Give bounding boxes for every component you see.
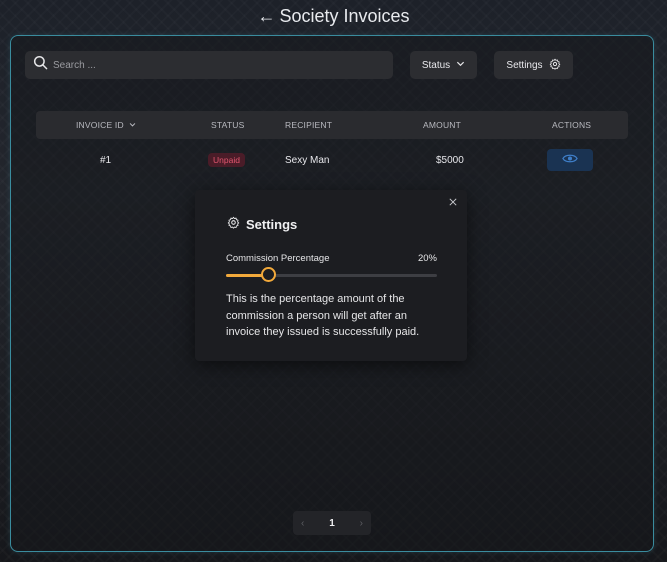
search-bar[interactable] — [25, 51, 393, 79]
column-header-status: STATUS — [211, 120, 245, 130]
table-row: #1 Unpaid Sexy Man $5000 — [36, 145, 628, 175]
commission-value: 20% — [417, 253, 437, 264]
page-number-button[interactable]: 1 — [329, 518, 335, 529]
column-label: INVOICE ID — [76, 120, 124, 130]
column-header-recipient: RECIPIENT — [285, 120, 333, 130]
page-title: Society Invoices — [279, 5, 410, 26]
chevron-left-icon[interactable]: ‹ — [301, 518, 304, 529]
chevron-right-icon[interactable]: › — [360, 518, 363, 529]
status-filter-button[interactable]: Status — [410, 51, 477, 79]
column-header-invoice-id[interactable]: INVOICE ID — [76, 111, 136, 139]
commission-slider[interactable] — [226, 267, 437, 282]
eye-icon — [562, 153, 578, 167]
chevron-down-icon — [450, 59, 465, 71]
pagination: ‹ 1 › — [293, 511, 371, 535]
actions-cell — [547, 145, 593, 175]
chevron-down-icon — [124, 120, 136, 130]
recipient-cell: Sexy Man — [285, 154, 330, 166]
table-header: INVOICE ID STATUS RECIPIENT AMOUNT ACTIO… — [36, 111, 628, 139]
commission-label: Commission Percentage — [226, 253, 330, 264]
settings-button[interactable]: Settings — [494, 51, 573, 79]
search-icon — [33, 55, 48, 75]
modal-title: Settings — [227, 216, 297, 232]
gear-icon — [543, 58, 561, 73]
view-invoice-button[interactable] — [547, 149, 593, 171]
gear-icon — [227, 216, 246, 232]
status-badge: Unpaid — [208, 153, 245, 167]
slider-handle[interactable] — [260, 267, 276, 282]
settings-button-label: Settings — [506, 59, 543, 71]
modal-title-text: Settings — [246, 216, 298, 232]
column-header-amount: AMOUNT — [423, 120, 462, 130]
status-cell: Unpaid — [208, 145, 245, 175]
status-filter-label: Status — [421, 59, 451, 71]
close-icon[interactable] — [447, 196, 459, 208]
commission-description: This is the percentage amount of the com… — [226, 293, 420, 338]
settings-modal: Settings Commission Percentage 20% This … — [195, 190, 467, 361]
invoice-id-cell: #1 — [100, 154, 112, 166]
column-header-actions: ACTIONS — [552, 120, 592, 130]
page-header: ← Society Invoices — [0, 2, 667, 30]
amount-cell: $5000 — [436, 154, 464, 166]
search-input[interactable] — [53, 59, 373, 71]
back-arrow-icon[interactable]: ← — [257, 6, 275, 27]
